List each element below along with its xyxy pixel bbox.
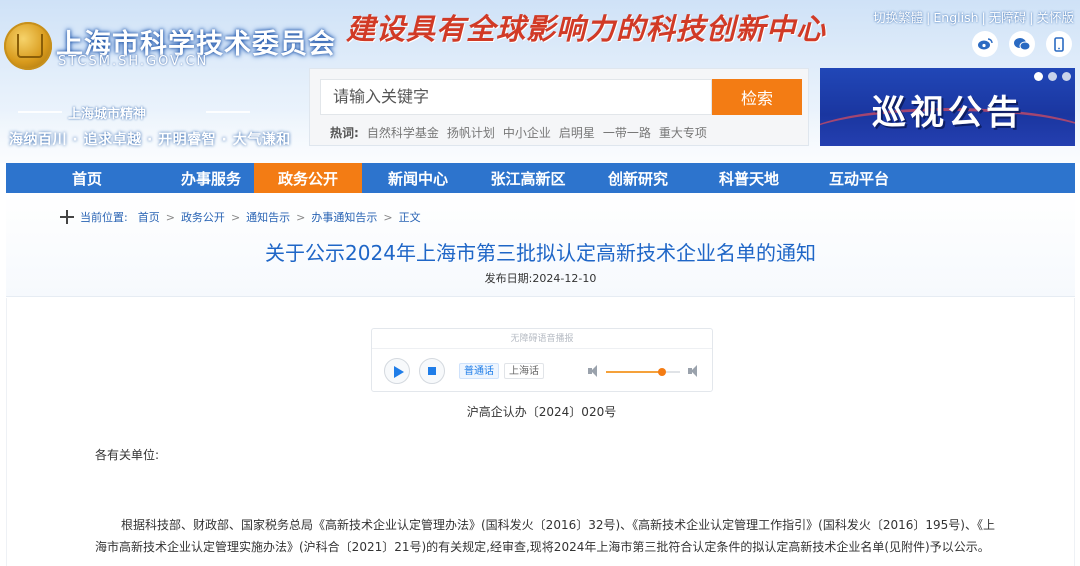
wechat-icon[interactable]	[1009, 31, 1035, 57]
carousel-dot[interactable]	[1062, 72, 1071, 81]
link-english[interactable]: English	[933, 10, 978, 25]
lang-mandarin-button[interactable]: 普通话	[459, 363, 499, 379]
mobile-icon[interactable]	[1046, 31, 1072, 57]
breadcrumb-separator: >	[296, 210, 306, 224]
nav-home[interactable]: 首页	[6, 163, 168, 193]
location-icon	[60, 210, 74, 224]
volume-high-icon[interactable]	[688, 365, 700, 377]
main-nav: 首页 办事服务 政务公开 新闻中心 张江高新区 创新研究 科普天地 互动平台	[6, 163, 1075, 193]
breadcrumb-item[interactable]: 办事通知告示	[311, 209, 377, 225]
nav-news[interactable]: 新闻中心	[362, 163, 474, 193]
publish-date: 发布日期:2024-12-10	[6, 270, 1075, 286]
spirit-divider-right	[206, 111, 250, 113]
site-domain: STCSM.SH.GOV.CN	[58, 54, 209, 69]
nav-interaction[interactable]: 互动平台	[804, 163, 914, 193]
link-care-mode[interactable]: 关怀版	[1036, 10, 1074, 25]
volume-low-icon	[588, 365, 600, 377]
hot-label: 热词:	[330, 126, 359, 140]
spirit-label: 上海城市精神	[68, 107, 147, 122]
spirit-divider-left	[18, 111, 62, 113]
nav-innovation-research[interactable]: 创新研究	[582, 163, 694, 193]
stop-button[interactable]	[419, 358, 445, 384]
nav-services[interactable]: 办事服务	[168, 163, 254, 193]
hot-keywords: 热词: 自然科学基金 扬帆计划 中小企业 启明星 一带一路 重大专项	[330, 124, 715, 141]
volume-slider[interactable]	[606, 368, 680, 376]
hot-keyword[interactable]: 自然科学基金	[367, 126, 439, 140]
hot-keyword[interactable]: 启明星	[559, 126, 595, 140]
search-input[interactable]: 请输入关键字	[320, 79, 712, 115]
nav-government-affairs[interactable]: 政务公开	[254, 163, 362, 193]
nav-zhangjiang[interactable]: 张江高新区	[474, 163, 582, 193]
audio-player: 无障碍语音播报 普通话 上海话	[371, 328, 713, 392]
publish-date-value: 2024-12-10	[532, 272, 597, 285]
volume-knob[interactable]	[657, 368, 666, 376]
search-panel: 请输入关键字 检索 热词: 自然科学基金 扬帆计划 中小企业 启明星 一带一路 重大专项	[309, 68, 809, 146]
body-paragraph: 根据科技部、财政部、国家税务总局《高新技术企业认定管理办法》(国科发火〔2016…	[95, 518, 995, 554]
breadcrumb-item[interactable]: 正文	[399, 209, 421, 225]
volume-fill	[606, 371, 662, 373]
play-button[interactable]	[384, 358, 410, 384]
carousel-dot[interactable]	[1034, 72, 1043, 81]
breadcrumb-label: 当前位置:	[80, 211, 128, 224]
emblem-logo-icon[interactable]	[4, 22, 52, 70]
breadcrumb-item[interactable]: 通知告示	[246, 209, 290, 225]
top-links: 切换繁體 | English | 无障碍 | 关怀版	[873, 10, 1074, 25]
inspection-banner-text: 巡视公告	[872, 93, 1024, 133]
page-title: 关于公示2024年上海市第三批拟认定高新技术企业名单的通知	[265, 241, 816, 265]
link-accessibility[interactable]: 无障碍	[989, 10, 1027, 25]
greeting: 各有关单位:	[95, 448, 160, 462]
spirit-text: 海纳百川 · 追求卓越 · 开明睿智 · 大气谦和	[9, 132, 291, 148]
article-header: 当前位置: 首页 > 政务公开 > 通知告示 > 办事通知告示 > 正文 关于公…	[6, 193, 1075, 297]
publish-label: 发布日期:	[484, 272, 533, 285]
breadcrumb-item[interactable]: 首页	[138, 209, 160, 225]
breadcrumb-separator: >	[383, 210, 393, 224]
document-number: 沪高企认办〔2024〕020号	[466, 405, 617, 419]
audio-player-title: 无障碍语音播报	[372, 329, 712, 349]
hot-keyword[interactable]: 中小企业	[503, 126, 551, 140]
hot-keyword[interactable]: 重大专项	[659, 126, 707, 140]
weibo-icon[interactable]	[972, 31, 998, 57]
breadcrumb-separator: >	[165, 210, 175, 224]
search-button[interactable]: 检索	[712, 79, 802, 115]
inspection-banner[interactable]: 巡视公告	[820, 68, 1075, 146]
breadcrumb-separator: >	[230, 210, 241, 224]
slogan: 建设具有全球影响力的科技创新中心	[346, 12, 827, 46]
breadcrumb: 当前位置: 首页 > 政务公开 > 通知告示 > 办事通知告示 > 正文	[60, 209, 421, 225]
lang-shanghainese-button[interactable]: 上海话	[504, 363, 544, 379]
carousel-dots	[1034, 72, 1071, 81]
site-header: 上海市科学技术委员会 STCSM.SH.GOV.CN 建设具有全球影响力的科技创…	[0, 0, 1080, 163]
breadcrumb-item[interactable]: 政务公开	[181, 209, 225, 225]
hot-keyword[interactable]: 扬帆计划	[447, 126, 495, 140]
link-traditional[interactable]: 切换繁體	[873, 10, 923, 25]
carousel-dot[interactable]	[1048, 72, 1057, 81]
article-body: 无障碍语音播报 普通话 上海话 沪高企认办〔2024〕020号 各有关单位: 根…	[6, 298, 1075, 566]
nav-science-popularization[interactable]: 科普天地	[694, 163, 804, 193]
hot-keyword[interactable]: 一带一路	[603, 126, 651, 140]
